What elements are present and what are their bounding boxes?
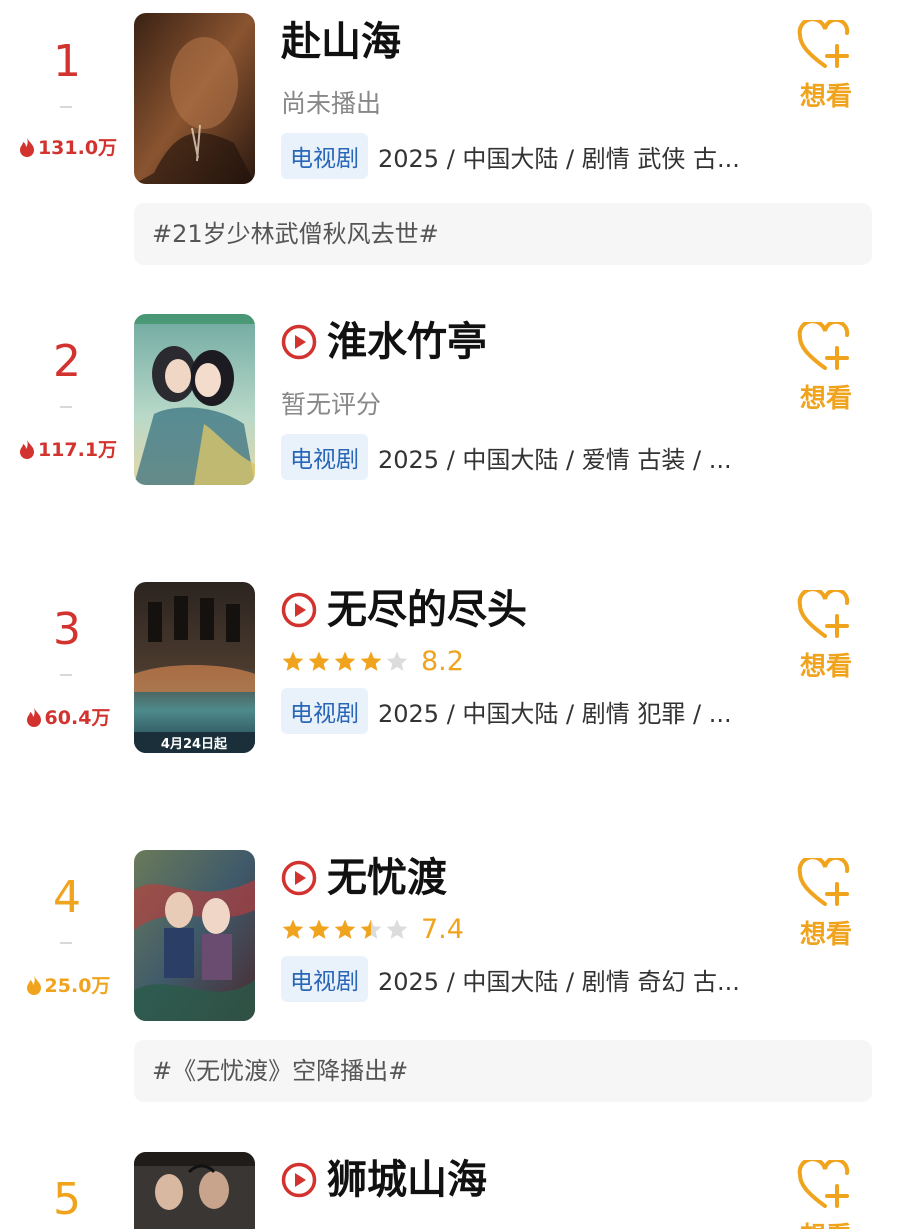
meta-text: 2025 / 中国大陆 / 爱情 古装 / ... <box>378 445 732 474</box>
category-tag: 电视剧 <box>281 688 368 734</box>
star-icon <box>386 919 408 939</box>
rank-number: 1 <box>53 36 81 87</box>
rank-change-indicator <box>60 942 72 944</box>
item-title[interactable]: 赴山海 <box>281 22 401 62</box>
rank-number: 4 <box>53 872 81 923</box>
poster-art <box>134 1152 255 1229</box>
want-label: 想看 <box>799 82 852 112</box>
category-tag: 电视剧 <box>281 133 368 179</box>
meta-text: 2025 / 中国大陆 / 剧情 奇幻 古... <box>378 967 740 996</box>
heart-plus-icon <box>797 1160 850 1208</box>
flame-icon <box>26 975 41 995</box>
star-icon <box>360 919 382 939</box>
play-circle-icon[interactable] <box>281 860 317 896</box>
want-to-watch-button[interactable]: 想看 <box>790 858 862 951</box>
svg-text:4月24日起: 4月24日起 <box>161 736 228 752</box>
heart-plus-icon <box>797 20 850 68</box>
category-tag: 电视剧 <box>281 956 368 1002</box>
item-meta: 电视剧 2025 / 中国大陆 / 爱情 古装 / ... <box>281 434 781 480</box>
poster-art <box>134 850 255 1021</box>
poster-art <box>134 314 255 485</box>
rating-score: 8.2 <box>421 646 464 677</box>
star-icon <box>386 651 408 671</box>
heart-plus-icon <box>797 322 850 370</box>
topic-banner[interactable]: #《无忧渡》空降播出# <box>134 1040 872 1102</box>
item-title[interactable]: 淮水竹亭 <box>281 322 487 362</box>
flame-icon <box>19 439 34 459</box>
poster-art <box>134 13 255 184</box>
item-meta: 电视剧 2025 / 中国大陆 / 剧情 奇幻 古... <box>281 956 781 1002</box>
stars <box>281 650 409 673</box>
item-meta: 电视剧 2025 / 中国大陆 / 剧情 犯罪 / ... <box>281 688 781 734</box>
star-icon <box>308 651 330 671</box>
flame-icon <box>19 137 34 157</box>
want-to-watch-button[interactable]: 想看 <box>790 1160 862 1229</box>
want-to-watch-button[interactable]: 想看 <box>790 322 862 415</box>
star-rating: 7.4 <box>281 916 464 943</box>
item-title[interactable]: 无尽的尽头 <box>281 590 527 630</box>
rating-status: 暂无评分 <box>281 390 382 419</box>
rank-number: 2 <box>53 336 81 387</box>
heat-count: 25.0万 <box>14 971 122 998</box>
rank-change-indicator <box>60 674 72 676</box>
category-tag: 电视剧 <box>281 434 368 480</box>
want-label: 想看 <box>799 384 852 414</box>
rating-status: 尚未播出 <box>281 89 382 118</box>
want-to-watch-button[interactable]: 想看 <box>790 20 862 113</box>
meta-text: 2025 / 中国大陆 / 剧情 武侠 古... <box>378 144 740 173</box>
play-circle-icon[interactable] <box>281 592 317 628</box>
play-circle-icon[interactable] <box>281 324 317 360</box>
item-title[interactable]: 无忧渡 <box>281 858 447 898</box>
star-icon <box>282 919 304 939</box>
want-label: 想看 <box>790 1216 862 1229</box>
rank-change-indicator <box>60 406 72 408</box>
poster-image[interactable] <box>134 1152 255 1229</box>
star-icon <box>360 651 382 671</box>
poster-art: 4月24日起 <box>134 582 255 753</box>
want-to-watch-button[interactable]: 想看 <box>790 590 862 683</box>
poster-image[interactable]: 4月24日起 <box>134 582 255 753</box>
heat-count: 131.0万 <box>14 133 122 160</box>
rank-number: 5 <box>53 1174 81 1225</box>
play-circle-icon[interactable] <box>281 1162 317 1198</box>
poster-image[interactable] <box>134 13 255 184</box>
item-meta: 电视剧 2025 / 中国大陆 / 剧情 武侠 古... <box>281 133 781 179</box>
star-icon <box>308 919 330 939</box>
star-icon <box>334 919 356 939</box>
heat-count: 60.4万 <box>14 703 122 730</box>
star-icon <box>282 651 304 671</box>
rank-change-indicator <box>60 106 72 108</box>
want-label: 想看 <box>799 652 852 682</box>
flame-icon <box>26 707 41 727</box>
rank-number: 3 <box>53 604 81 655</box>
star-icon <box>334 651 356 671</box>
poster-image[interactable] <box>134 850 255 1021</box>
heat-count: 117.1万 <box>14 435 122 462</box>
item-title[interactable]: 狮城山海 <box>281 1160 487 1200</box>
rating-score: 7.4 <box>421 914 464 945</box>
meta-text: 2025 / 中国大陆 / 剧情 犯罪 / ... <box>378 699 732 728</box>
heart-plus-icon <box>797 858 850 906</box>
want-label: 想看 <box>799 920 852 950</box>
topic-banner[interactable]: #21岁少林武僧秋风去世# <box>134 203 872 265</box>
star-rating: 8.2 <box>281 648 464 675</box>
heart-plus-icon <box>797 590 850 638</box>
stars <box>281 918 409 941</box>
poster-image[interactable] <box>134 314 255 485</box>
